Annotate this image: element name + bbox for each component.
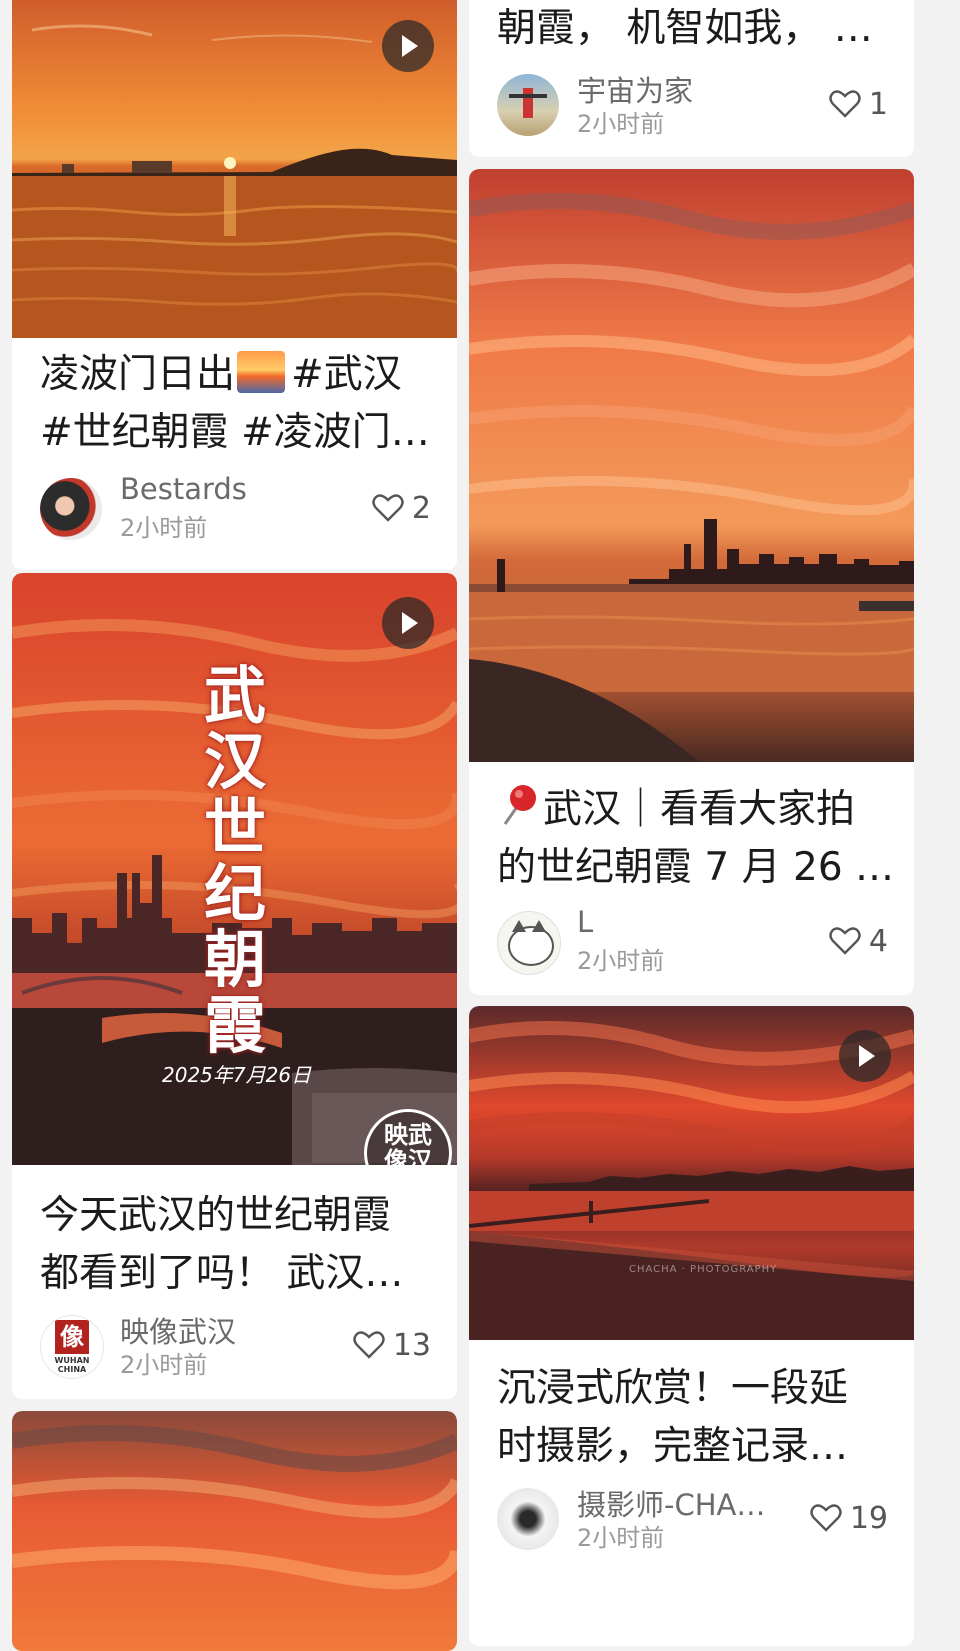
post-card-wuhan-morning-glow[interactable]: 武汉世纪朝霞 2025年7月26日 映武像汉 今天武汉的世纪朝霞 都看到了吗！ … bbox=[12, 573, 457, 1399]
post-time: 2小时前 bbox=[120, 1351, 208, 1379]
post-time: 2小时前 bbox=[577, 947, 665, 975]
like-button[interactable]: 19 bbox=[810, 1500, 888, 1536]
avatar-character bbox=[508, 926, 554, 966]
avatar[interactable] bbox=[40, 478, 102, 540]
heart-outline-icon bbox=[372, 494, 404, 522]
author-row: 宇宙为家 2小时前 1 bbox=[497, 72, 888, 138]
post-time: 2小时前 bbox=[577, 110, 665, 138]
avatar-ear-left bbox=[512, 920, 526, 932]
cover-overlay-date: 2025年7月26日 bbox=[162, 1063, 312, 1087]
heart-outline-icon bbox=[810, 1504, 842, 1532]
like-count: 19 bbox=[849, 1500, 888, 1536]
like-count: 1 bbox=[868, 86, 888, 122]
post-title[interactable]: 凌波门日出 #武汉 #世纪朝霞 #凌波门… bbox=[40, 346, 435, 462]
post-card-lingbo-sunrise[interactable]: 凌波门日出 #武汉 #世纪朝霞 #凌波门… Bestards 2小时前 2 bbox=[12, 0, 457, 570]
post-cover-image[interactable]: CHACHA · PHOTOGRAPHY bbox=[469, 1006, 914, 1340]
post-cover-image[interactable] bbox=[469, 169, 914, 762]
heart-outline-icon bbox=[829, 90, 861, 118]
author-row: 像 WUHAN CHINA 映像武汉 2小时前 13 bbox=[40, 1313, 431, 1379]
round-pushpin-icon bbox=[497, 782, 539, 828]
avatar-arms bbox=[509, 94, 547, 98]
post-cover-image[interactable] bbox=[12, 0, 457, 338]
avatar[interactable] bbox=[497, 911, 561, 975]
like-count: 13 bbox=[392, 1327, 431, 1363]
like-count: 4 bbox=[868, 923, 888, 959]
post-title[interactable]: 今天武汉的世纪朝霞 都看到了吗！ 武汉… bbox=[40, 1187, 435, 1303]
post-time: 2小时前 bbox=[120, 514, 208, 542]
author-row: L 2小时前 4 bbox=[497, 905, 888, 975]
author-row: 摄影师-CHA… 2小时前 19 bbox=[497, 1486, 888, 1552]
like-button[interactable]: 13 bbox=[353, 1327, 431, 1363]
photo-watermark: CHACHA · PHOTOGRAPHY bbox=[629, 1264, 778, 1275]
watermark-text: 映武像汉 bbox=[384, 1121, 432, 1165]
author-name[interactable]: L bbox=[577, 905, 593, 939]
post-card-wuhan-look[interactable]: 武汉｜看看大家拍 的世纪朝霞 7 月 26 … L 2小时前 4 bbox=[469, 169, 914, 995]
post-card-partial[interactable] bbox=[12, 1411, 457, 1651]
avatar-ear-right bbox=[532, 920, 546, 932]
avatar[interactable]: 像 WUHAN CHINA bbox=[40, 1315, 104, 1379]
post-title[interactable]: 武汉｜看看大家拍 的世纪朝霞 7 月 26 … bbox=[497, 781, 892, 897]
play-icon[interactable] bbox=[382, 597, 434, 649]
avatar-logo-text: 像 bbox=[55, 1320, 89, 1354]
heart-outline-icon bbox=[829, 927, 861, 955]
post-cover-image[interactable]: 武汉世纪朝霞 2025年7月26日 映武像汉 bbox=[12, 573, 457, 1165]
avatar-figure bbox=[523, 88, 533, 118]
author-name[interactable]: Bestards bbox=[120, 472, 247, 506]
play-icon[interactable] bbox=[382, 20, 434, 72]
like-button[interactable]: 4 bbox=[829, 923, 888, 959]
cover-overlay-title: 武汉世纪朝霞 bbox=[203, 659, 266, 1062]
avatar[interactable] bbox=[497, 74, 559, 136]
post-title[interactable]: 朝霞， 机智如我， … bbox=[497, 0, 892, 58]
post-time: 2小时前 bbox=[577, 1524, 665, 1552]
like-button[interactable]: 1 bbox=[829, 86, 888, 122]
like-count: 2 bbox=[411, 490, 431, 526]
post-card-morning-glow-clever[interactable]: 朝霞， 机智如我， … 宇宙为家 2小时前 1 bbox=[469, 0, 914, 157]
like-button[interactable]: 2 bbox=[372, 490, 431, 526]
post-card-timelapse[interactable]: CHACHA · PHOTOGRAPHY 沉浸式欣赏！一段延 时摄影，完整记录…… bbox=[469, 1006, 914, 1646]
author-row: Bestards 2小时前 2 bbox=[40, 472, 431, 542]
heart-outline-icon bbox=[353, 1331, 385, 1359]
avatar[interactable] bbox=[497, 1488, 559, 1550]
sunrise-emoji-icon bbox=[237, 351, 286, 393]
play-icon[interactable] bbox=[839, 1030, 891, 1082]
avatar-logo-caption: WUHAN CHINA bbox=[54, 1356, 90, 1374]
post-cover-image[interactable] bbox=[12, 1411, 457, 1651]
post-title[interactable]: 沉浸式欣赏！一段延 时摄影，完整记录… bbox=[497, 1360, 892, 1476]
